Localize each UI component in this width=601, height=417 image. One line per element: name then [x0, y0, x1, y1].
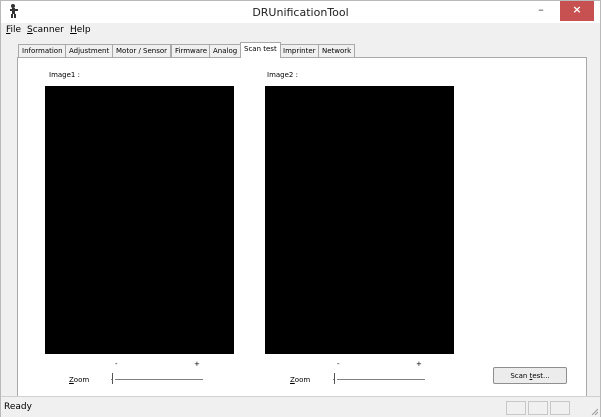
zoom1-slider-track[interactable]	[111, 379, 203, 380]
scan-test-panel: Image1 : Image2 : - + Zoom - + Zoom	[17, 57, 587, 411]
image2-preview	[265, 86, 454, 354]
status-bar: Ready	[1, 396, 600, 417]
scan-test-button-rest: est...	[532, 372, 550, 380]
menu-scanner-label: canner	[32, 25, 64, 35]
zoom2-slider-thumb[interactable]	[334, 373, 337, 384]
tab-information[interactable]: Information	[18, 44, 67, 57]
menu-scanner[interactable]: Scanner	[27, 25, 64, 35]
title-bar[interactable]: DRUnificationTool – □ ×	[1, 1, 600, 23]
tab-analog[interactable]: Analog	[209, 44, 242, 57]
resize-grip-icon[interactable]	[590, 407, 598, 415]
zoom1-label: Zoom	[69, 376, 89, 384]
status-pane-2	[528, 401, 548, 415]
menu-file-label: ile	[10, 25, 22, 35]
zoom1-slider-thumb[interactable]	[112, 373, 115, 384]
tab-motor-sensor[interactable]: Motor / Sensor	[112, 44, 172, 57]
tab-network[interactable]: Network	[318, 44, 356, 57]
status-text: Ready	[4, 402, 32, 412]
tab-imprinter[interactable]: Imprinter	[279, 44, 320, 57]
menu-help-accel: H	[70, 25, 77, 35]
scan-test-button-pre: Scan	[510, 372, 530, 380]
window-title: DRUnificationTool	[252, 6, 349, 19]
zoom2-minus-label: -	[337, 360, 340, 368]
menu-file[interactable]: File	[6, 25, 21, 35]
tab-firmware[interactable]: Firmware	[171, 44, 212, 57]
tab-adjustment[interactable]: Adjustment	[65, 44, 114, 57]
image1-label: Image1 :	[49, 71, 80, 79]
zoom2-plus-label: +	[416, 360, 422, 368]
menu-help-label: elp	[76, 25, 91, 35]
status-pane-1	[506, 401, 526, 415]
zoom2-label-text: oom	[294, 376, 311, 384]
zoom1-minus-label: -	[115, 360, 118, 368]
zoom2-slider-track[interactable]	[333, 379, 425, 380]
menu-bar: File Scanner Help	[1, 23, 600, 37]
image1-preview	[45, 86, 234, 354]
close-button[interactable]: ×	[560, 1, 594, 21]
zoom2-label: Zoom	[290, 376, 310, 384]
tab-scan-test[interactable]: Scan test	[240, 42, 281, 58]
image2-label: Image2 :	[267, 71, 298, 79]
zoom1-label-text: oom	[73, 376, 90, 384]
menu-help[interactable]: Help	[70, 25, 91, 35]
status-pane-3	[550, 401, 570, 415]
zoom1-plus-label: +	[194, 360, 200, 368]
scan-test-button[interactable]: Scan test...	[493, 367, 567, 384]
tab-control: Information Adjustment Motor / Sensor Fi…	[1, 37, 600, 411]
minimize-button[interactable]: –	[527, 1, 555, 21]
app-window: DRUnificationTool – □ × File Scanner Hel…	[0, 0, 601, 417]
